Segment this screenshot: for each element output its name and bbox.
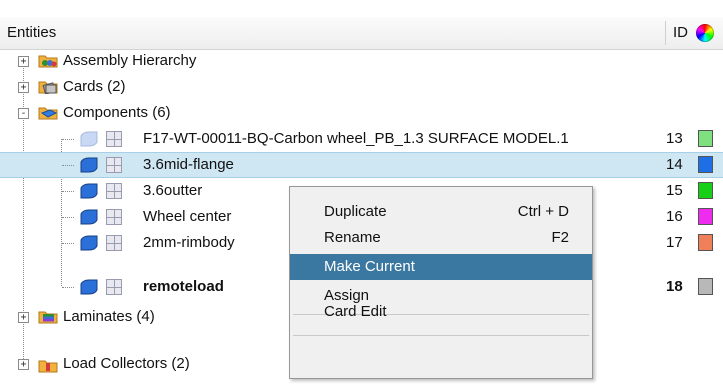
assembly-folder-icon bbox=[38, 55, 58, 68]
entities-header: Entities ID bbox=[0, 17, 723, 50]
component-label: 3.6outter bbox=[143, 182, 203, 199]
component-id: 16 bbox=[666, 208, 683, 225]
component-label: remoteload bbox=[143, 278, 224, 295]
component-id: 18 bbox=[666, 278, 683, 295]
tree-connector bbox=[62, 243, 74, 244]
menu-item-label: Card Edit bbox=[324, 303, 387, 320]
menu-item-label: Duplicate bbox=[324, 203, 387, 220]
component-label: Wheel center bbox=[143, 208, 232, 225]
component-icon bbox=[80, 183, 98, 199]
component-id: 15 bbox=[666, 182, 683, 199]
component-color-swatch[interactable] bbox=[698, 156, 713, 173]
context-menu: Duplicate Ctrl + D Rename F2 Make Curren… bbox=[289, 186, 593, 379]
id-column-header[interactable]: ID bbox=[673, 24, 688, 41]
components-folder-icon bbox=[38, 107, 58, 120]
component-icon bbox=[80, 235, 98, 251]
column-separator[interactable] bbox=[665, 21, 666, 45]
expand-icon[interactable]: + bbox=[18, 359, 29, 370]
color-wheel-icon[interactable] bbox=[696, 24, 714, 42]
mesh-grid-icon bbox=[106, 183, 122, 199]
mesh-grid-icon bbox=[106, 279, 122, 295]
menu-item-duplicate[interactable]: Duplicate Ctrl + D bbox=[290, 199, 592, 225]
tree-item-assembly-hierarchy[interactable]: + Assembly Hierarchy bbox=[0, 48, 723, 74]
cards-folder-icon bbox=[38, 81, 58, 94]
component-id: 17 bbox=[666, 234, 683, 251]
component-label: 3.6mid-flange bbox=[143, 156, 234, 173]
component-color-swatch[interactable] bbox=[698, 130, 713, 147]
menu-item-make-current[interactable]: Make Current bbox=[290, 254, 592, 280]
entities-column-header[interactable]: Entities bbox=[7, 24, 56, 41]
menu-item-shortcut: Ctrl + D bbox=[517, 203, 569, 220]
tree-item-label: Laminates (4) bbox=[63, 308, 155, 325]
component-color-swatch[interactable] bbox=[698, 278, 713, 295]
component-color-swatch[interactable] bbox=[698, 234, 713, 251]
tree-item-components[interactable]: - Components (6) bbox=[0, 100, 723, 126]
menu-separator bbox=[293, 335, 589, 336]
menu-item-label: Make Current bbox=[324, 258, 415, 275]
laminates-folder-icon bbox=[38, 311, 58, 324]
mesh-grid-icon bbox=[106, 157, 122, 173]
menu-item-rename[interactable]: Rename F2 bbox=[290, 225, 592, 251]
tree-item-label: Load Collectors (2) bbox=[63, 355, 190, 372]
component-row[interactable]: F17-WT-00011-BQ-Carbon wheel_PB_1.3 SURF… bbox=[0, 126, 723, 152]
tree-item-label: Components (6) bbox=[63, 104, 171, 121]
tree-connector bbox=[62, 165, 74, 166]
expand-icon[interactable]: + bbox=[18, 82, 29, 93]
tree-connector bbox=[62, 217, 74, 218]
mesh-grid-icon bbox=[106, 235, 122, 251]
component-id: 13 bbox=[666, 130, 683, 147]
menu-item-label: Rename bbox=[324, 229, 381, 246]
tree-connector bbox=[62, 191, 74, 192]
collapse-icon[interactable]: - bbox=[18, 108, 29, 119]
component-row[interactable]: 3.6mid-flange 14 bbox=[0, 152, 723, 178]
component-icon bbox=[80, 131, 98, 147]
component-color-swatch[interactable] bbox=[698, 182, 713, 199]
component-icon bbox=[80, 209, 98, 225]
tree-item-cards[interactable]: + Cards (2) bbox=[0, 74, 723, 100]
expand-icon[interactable]: + bbox=[18, 312, 29, 323]
expand-icon[interactable]: + bbox=[18, 56, 29, 67]
tree-item-label: Assembly Hierarchy bbox=[63, 52, 197, 69]
component-color-swatch[interactable] bbox=[698, 208, 713, 225]
menu-item-card-edit[interactable]: Card Edit bbox=[290, 299, 592, 325]
component-icon bbox=[80, 279, 98, 295]
load-collectors-folder-icon bbox=[38, 360, 58, 373]
tree-item-label: Cards (2) bbox=[63, 78, 126, 95]
component-id: 14 bbox=[666, 156, 683, 173]
mesh-grid-icon bbox=[106, 131, 122, 147]
component-label: F17-WT-00011-BQ-Carbon wheel_PB_1.3 SURF… bbox=[143, 130, 569, 147]
component-label: 2mm-rimbody bbox=[143, 234, 235, 251]
tree-connector bbox=[62, 139, 74, 140]
mesh-grid-icon bbox=[106, 209, 122, 225]
component-icon bbox=[80, 157, 98, 173]
menu-item-shortcut: F2 bbox=[551, 229, 569, 246]
tree-connector bbox=[62, 287, 74, 288]
